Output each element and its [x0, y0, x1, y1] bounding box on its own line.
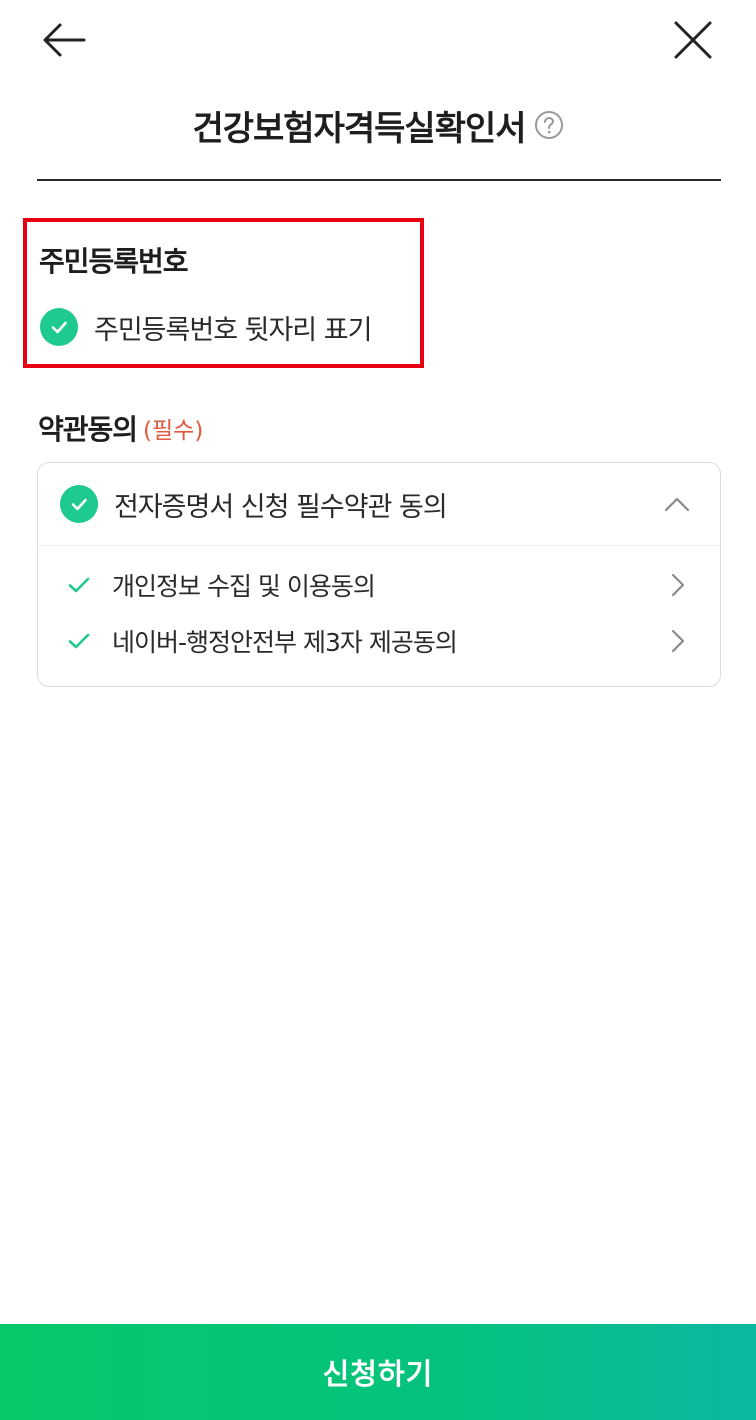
rrn-heading: 주민등록번호 — [39, 245, 189, 278]
check-icon — [66, 628, 92, 654]
title-divider — [37, 179, 721, 181]
check-circle-icon — [40, 308, 78, 346]
required-tag: (필수) — [143, 418, 204, 444]
check-icon — [66, 572, 92, 598]
chevron-right-icon[interactable] — [664, 571, 692, 599]
question-circle-icon — [534, 111, 563, 139]
close-icon — [674, 21, 712, 59]
rrn-option-label: 주민등록번호 뒷자리 표기 — [94, 314, 372, 346]
back-button[interactable] — [36, 14, 92, 66]
term-label: 개인정보 수집 및 이용동의 — [112, 572, 376, 601]
submit-button[interactable]: 신청하기 — [0, 1324, 756, 1420]
rrn-section: 주민등록번호 주민등록번호 뒷자리 표기 — [23, 218, 424, 368]
chevron-up-icon[interactable] — [660, 487, 694, 521]
check-circle-icon — [60, 485, 98, 523]
page-title: 건강보험자격득실확인서 — [192, 108, 526, 149]
terms-main-label: 전자증명서 신청 필수약관 동의 — [114, 491, 448, 523]
terms-divider — [38, 545, 720, 546]
arrow-left-icon — [43, 23, 86, 57]
help-button[interactable] — [534, 110, 564, 140]
terms-all-agree-checkbox[interactable]: 전자증명서 신청 필수약관 동의 — [38, 463, 720, 545]
terms-box: 전자증명서 신청 필수약관 동의 개인정보 수집 및 이용동의 네이버-행정안전… — [37, 462, 721, 687]
terms-heading: 약관동의 (필수) — [38, 404, 203, 452]
title-row: 건강보험자격득실확인서 — [0, 92, 756, 158]
submit-label: 신청하기 — [322, 1357, 434, 1391]
close-button[interactable] — [664, 12, 722, 68]
rrn-back-digits-checkbox[interactable]: 주민등록번호 뒷자리 표기 — [40, 304, 372, 350]
chevron-right-icon[interactable] — [664, 627, 692, 655]
terms-title: 약관동의 — [38, 413, 138, 446]
term-item-privacy[interactable]: 개인정보 수집 및 이용동의 — [38, 559, 720, 611]
term-label: 네이버-행정안전부 제3자 제공동의 — [112, 628, 458, 657]
term-item-third-party[interactable]: 네이버-행정안전부 제3자 제공동의 — [38, 615, 720, 667]
